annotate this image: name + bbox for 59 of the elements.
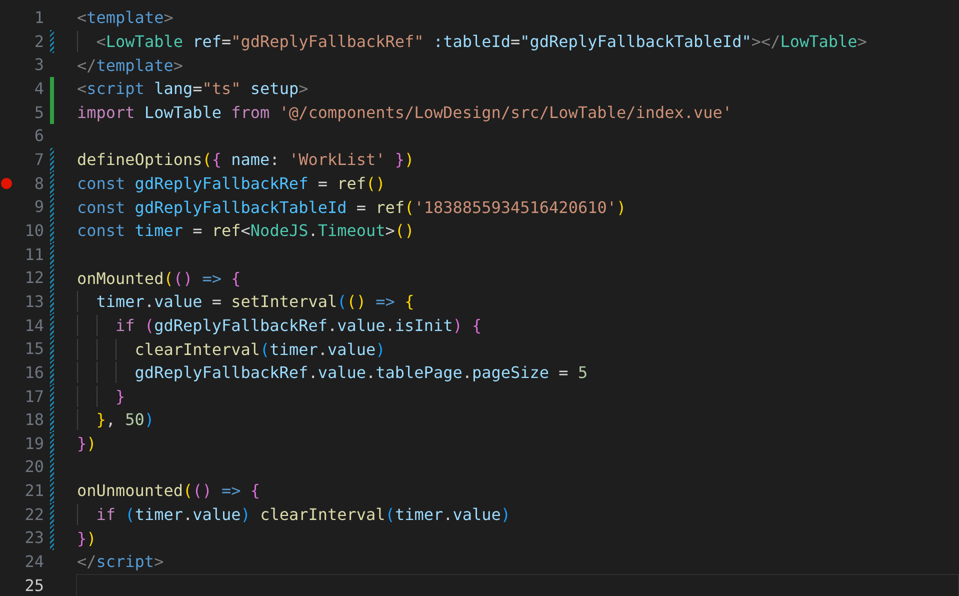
code-line: const gdReplyFallbackRef = ref() [77, 172, 386, 194]
line-number: 14 [24, 314, 44, 337]
line-number: 19 [24, 432, 44, 455]
line-number: 7 [33, 148, 44, 171]
line-number: 16 [24, 362, 44, 384]
code-line: onUnmounted(() => { [77, 480, 260, 502]
git-change-marker[interactable] [50, 408, 54, 432]
git-change-marker[interactable] [50, 360, 54, 384]
code-line: import LowTable from '@/components/LowDesign/src/LowTable/index.vue' [77, 102, 732, 123]
line-number: 23 [24, 527, 44, 550]
git-change-marker[interactable] [50, 432, 54, 456]
line-number: 20 [24, 456, 44, 478]
code-line: const timer = ref<NodeJS.Timeout>() [77, 220, 414, 242]
line-number: 15 [24, 338, 44, 360]
code-line: }) [77, 528, 96, 549]
git-change-marker[interactable] [50, 290, 54, 314]
code-line: const gdReplyFallbackTableId = ref('1838855934516420610') [77, 196, 626, 218]
line-number: 17 [24, 386, 44, 408]
line-number: 24 [24, 551, 44, 574]
git-change-marker[interactable] [50, 148, 54, 172]
code-line: </template> [77, 54, 183, 76]
line-number: 12 [24, 267, 44, 290]
breakpoint-dot[interactable] [1, 178, 12, 189]
git-change-marker[interactable] [50, 526, 54, 550]
git-change-marker[interactable] [50, 455, 54, 480]
git-change-marker[interactable] [50, 266, 54, 290]
line-number: 3 [33, 54, 44, 76]
line-number: 21 [24, 480, 44, 502]
git-change-marker[interactable] [50, 502, 54, 526]
line-number: 13 [24, 290, 44, 313]
git-change-marker[interactable] [50, 195, 54, 219]
git-change-marker[interactable] [50, 384, 54, 408]
line-number: 8 [33, 172, 44, 195]
line-number: 2 [33, 30, 44, 53]
git-change-marker[interactable] [50, 218, 54, 243]
line-number: 1 [33, 7, 44, 29]
code-line: }) [77, 433, 96, 454]
line-number: 6 [33, 125, 44, 148]
git-change-marker[interactable] [50, 100, 54, 124]
line-number: 18 [24, 409, 44, 432]
git-change-marker[interactable] [50, 479, 54, 503]
code-line: <template> [77, 7, 174, 28]
git-change-marker[interactable] [50, 314, 54, 338]
line-number: 11 [24, 244, 44, 266]
code-line: </script> [77, 551, 164, 572]
line-number: 10 [24, 220, 44, 242]
line-number: 25 [24, 574, 44, 596]
line-number: 5 [33, 102, 44, 124]
git-change-marker[interactable] [50, 172, 54, 196]
code-line: onMounted(() => { [77, 268, 241, 289]
git-change-marker[interactable] [50, 337, 54, 361]
line-number: 4 [33, 78, 44, 100]
line-number: 9 [33, 196, 44, 218]
git-change-marker[interactable] [50, 30, 54, 54]
git-change-marker[interactable] [50, 242, 54, 266]
code-line: <script lang="ts" setup> [77, 78, 308, 100]
line-number: 22 [24, 504, 44, 526]
git-change-marker[interactable] [50, 76, 54, 101]
code-line: defineOptions({ name: 'WorkList' }) [77, 149, 414, 170]
